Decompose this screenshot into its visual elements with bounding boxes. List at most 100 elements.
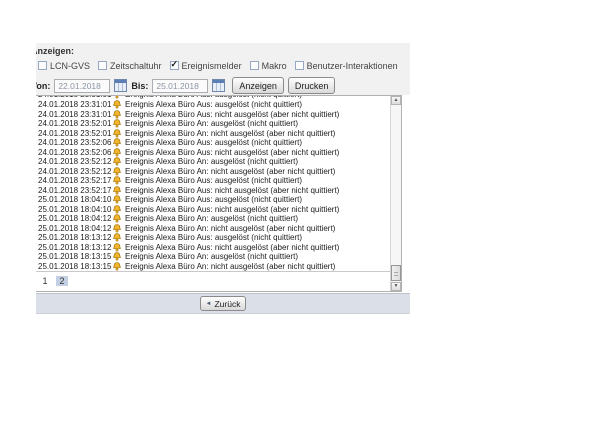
event-row[interactable]: 24.01.2018 23:52:12 Ereignis Alexa Büro … [36, 167, 401, 177]
bell-icon [111, 138, 123, 147]
von-calendar-icon[interactable] [114, 79, 127, 92]
event-timestamp: 24.01.2018 23:52:12 [36, 157, 111, 166]
event-timestamp: 25.01.2018 18:13:12 [36, 243, 111, 252]
event-timestamp: 24.01.2018 23:31:01 [36, 96, 111, 99]
bis-date-input[interactable] [152, 79, 208, 93]
bell-icon [111, 243, 123, 252]
event-message: Ereignis Alexa Büro Aus: nicht ausgelöst… [125, 110, 339, 119]
event-timestamp: 25.01.2018 18:13:12 [36, 233, 111, 242]
event-row[interactable]: 24.01.2018 23:52:17 Ereignis Alexa Büro … [36, 176, 401, 186]
event-row[interactable]: 24.01.2018 23:52:17 Ereignis Alexa Büro … [36, 186, 401, 196]
bis-label: Bis: [131, 81, 148, 91]
event-log-panel: Anzeigen: LCN-GVS Zeitschaltuhr Ereignis… [36, 43, 410, 314]
bell-icon [111, 129, 123, 138]
filter-checkbox-item: LCN-GVS [38, 61, 90, 71]
event-timestamp: 25.01.2018 18:13:15 [36, 252, 111, 261]
event-message: Ereignis Alexa Büro Aus: ausgelöst (nich… [125, 100, 302, 109]
event-message: Ereignis Alexa Büro Aus: nicht ausgelöst… [125, 205, 339, 214]
event-row[interactable]: 24.01.2018 23:31:01 Ereignis Alexa Büro … [36, 100, 401, 110]
event-timestamp: 24.01.2018 23:52:06 [36, 138, 111, 147]
event-list-box: 24.01.2018 23:31:01 Ereignis Alexa Büro … [36, 95, 402, 292]
event-message: Ereignis Alexa Büro An: nicht ausgelöst … [125, 167, 335, 176]
checkbox-label-benutzer-interaktionen: Benutzer-Interaktionen [307, 61, 398, 71]
zurueck-button[interactable]: ◄ Zurück [200, 296, 247, 311]
bell-icon [111, 214, 123, 223]
page-2[interactable]: 2 [56, 276, 68, 286]
bell-icon [111, 186, 123, 195]
scroll-up-icon[interactable]: ▲ [391, 96, 401, 105]
filter-controls: Anzeigen: LCN-GVS Zeitschaltuhr Ereignis… [36, 43, 410, 95]
event-row[interactable]: 25.01.2018 18:13:12 Ereignis Alexa Büro … [36, 233, 401, 243]
event-row[interactable]: 25.01.2018 18:04:10 Ereignis Alexa Büro … [36, 195, 401, 205]
event-row[interactable]: 25.01.2018 18:04:12 Ereignis Alexa Büro … [36, 224, 401, 234]
filter-checkbox-item: Ereignismelder [170, 61, 242, 71]
event-message: Ereignis Alexa Büro Aus: nicht ausgelöst… [125, 148, 339, 157]
event-timestamp: 25.01.2018 18:04:10 [36, 195, 111, 204]
event-row[interactable]: 24.01.2018 23:52:01 Ereignis Alexa Büro … [36, 129, 401, 139]
event-timestamp: 24.01.2018 23:52:01 [36, 119, 111, 128]
bell-icon [111, 148, 123, 157]
event-message: Ereignis Alexa Büro Aus: nicht ausgelöst… [125, 186, 339, 195]
event-row[interactable]: 25.01.2018 18:04:10 Ereignis Alexa Büro … [36, 205, 401, 215]
event-row[interactable]: 24.01.2018 23:31:01 Ereignis Alexa Büro … [36, 96, 401, 100]
back-label: Zurück [214, 299, 240, 309]
anzeigen-button[interactable]: Anzeigen [232, 77, 284, 94]
drucken-button[interactable]: Drucken [288, 77, 336, 94]
bell-icon [111, 224, 123, 233]
event-row[interactable]: 24.01.2018 23:52:06 Ereignis Alexa Büro … [36, 138, 401, 148]
scroll-down-icon[interactable]: ▼ [391, 282, 401, 291]
checkbox-zeitschaltuhr[interactable] [98, 61, 107, 70]
event-timestamp: 25.01.2018 18:04:12 [36, 224, 111, 233]
checkbox-label-zeitschaltuhr: Zeitschaltuhr [110, 61, 162, 71]
bell-icon [111, 167, 123, 176]
pagination: 12 [36, 272, 401, 290]
event-timestamp: 24.01.2018 23:52:06 [36, 148, 111, 157]
page-1[interactable]: 1 [41, 276, 49, 286]
bis-calendar-icon[interactable] [212, 79, 225, 92]
event-timestamp: 24.01.2018 23:52:17 [36, 176, 111, 185]
event-row[interactable]: 24.01.2018 23:52:06 Ereignis Alexa Büro … [36, 148, 401, 158]
event-row[interactable]: 25.01.2018 18:04:12 Ereignis Alexa Büro … [36, 214, 401, 224]
event-row[interactable]: 25.01.2018 18:13:15 Ereignis Alexa Büro … [36, 252, 401, 262]
event-timestamp: 24.01.2018 23:31:01 [36, 100, 111, 109]
bell-icon [111, 100, 123, 109]
event-rows: 24.01.2018 23:31:01 Ereignis Alexa Büro … [36, 96, 401, 272]
event-rows-host: 24.01.2018 23:31:01 Ereignis Alexa Büro … [36, 100, 401, 271]
checkbox-lcn-gvs[interactable] [38, 61, 47, 70]
filter-checkbox-item: Makro [250, 61, 287, 71]
event-message: Ereignis Alexa Büro An: nicht ausgelöst … [125, 129, 335, 138]
event-row[interactable]: 25.01.2018 18:13:15 Ereignis Alexa Büro … [36, 262, 401, 272]
filters-title: Anzeigen: [36, 46, 410, 56]
bell-icon [111, 176, 123, 185]
event-row[interactable]: 25.01.2018 18:13:12 Ereignis Alexa Büro … [36, 243, 401, 253]
back-arrow-icon: ◄ [206, 301, 212, 307]
bell-icon [111, 233, 123, 242]
event-message: Ereignis Alexa Büro Aus: ausgelöst (nich… [125, 176, 302, 185]
checkbox-label-lcn-gvs: LCN-GVS [50, 61, 90, 71]
event-row[interactable]: 24.01.2018 23:52:01 Ereignis Alexa Büro … [36, 119, 401, 129]
filter-checkbox-row: LCN-GVS Zeitschaltuhr Ereignismelder Mak… [36, 60, 410, 71]
event-message: Ereignis Alexa Büro Aus: ausgelöst (nich… [125, 96, 302, 99]
event-timestamp: 24.01.2018 23:31:01 [36, 110, 111, 119]
bell-icon [111, 119, 123, 128]
footer-bar: ◄ Zurück [36, 293, 410, 314]
event-message: Ereignis Alexa Büro Aus: nicht ausgelöst… [125, 243, 339, 252]
checkbox-ereignismelder[interactable] [170, 61, 179, 70]
checkbox-label-ereignismelder: Ereignismelder [182, 61, 242, 71]
event-row[interactable]: 24.01.2018 23:31:01 Ereignis Alexa Büro … [36, 110, 401, 120]
filter-checkbox-item: Zeitschaltuhr [98, 61, 162, 71]
event-row[interactable]: 24.01.2018 23:52:12 Ereignis Alexa Büro … [36, 157, 401, 167]
date-range-row: Von: Bis: Anzeigen Drucken [36, 77, 410, 94]
vertical-scrollbar[interactable]: ▲ ▼ [390, 96, 401, 291]
checkbox-label-makro: Makro [262, 61, 287, 71]
event-timestamp: 25.01.2018 18:04:12 [36, 214, 111, 223]
event-message: Ereignis Alexa Büro An: ausgelöst (nicht… [125, 252, 298, 261]
event-timestamp: 24.01.2018 23:52:01 [36, 129, 111, 138]
bell-icon [111, 262, 123, 271]
von-date-input[interactable] [54, 79, 110, 93]
event-message: Ereignis Alexa Büro Aus: ausgelöst (nich… [125, 138, 302, 147]
checkbox-makro[interactable] [250, 61, 259, 70]
bell-icon [111, 195, 123, 204]
scrollbar-thumb[interactable] [391, 265, 401, 281]
checkbox-benutzer-interaktionen[interactable] [295, 61, 304, 70]
